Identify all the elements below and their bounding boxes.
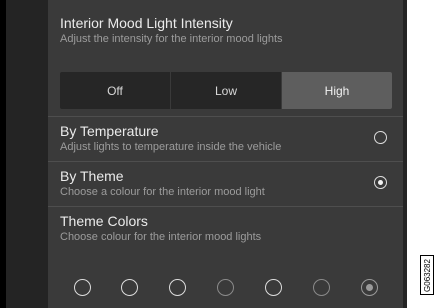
theme-color-swatch-6[interactable] bbox=[313, 279, 330, 296]
theme-color-swatch-7[interactable] bbox=[361, 279, 378, 296]
theme-colors-title: Theme Colors bbox=[60, 213, 148, 229]
intensity-subtitle: Adjust the intensity for the interior mo… bbox=[60, 33, 283, 45]
intensity-off-button[interactable]: Off bbox=[60, 72, 170, 109]
figure-code: G063282 bbox=[422, 258, 432, 292]
by-temperature-radio[interactable] bbox=[374, 131, 387, 144]
theme-color-swatch-3[interactable] bbox=[169, 279, 186, 296]
by-temperature-title: By Temperature bbox=[60, 123, 159, 139]
by-theme-title: By Theme bbox=[60, 168, 124, 184]
radio-selected-dot bbox=[378, 180, 383, 185]
by-theme-subtitle: Choose a colour for the interior mood li… bbox=[60, 186, 265, 198]
theme-color-swatch-1[interactable] bbox=[74, 279, 91, 296]
mood-light-settings-panel: Interior Mood Light Intensity Adjust the… bbox=[48, 0, 403, 308]
intensity-low-button[interactable]: Low bbox=[170, 72, 281, 109]
swatch-selected-dot bbox=[366, 284, 373, 291]
by-temperature-subtitle: Adjust lights to temperature inside the … bbox=[60, 141, 282, 153]
intensity-segmented-control: Off Low High bbox=[60, 72, 392, 109]
by-theme-radio[interactable] bbox=[374, 176, 387, 189]
theme-color-swatches bbox=[74, 279, 378, 296]
by-temperature-option[interactable]: By Temperature Adjust lights to temperat… bbox=[60, 122, 395, 156]
theme-colors-subtitle: Choose colour for the interior mood ligh… bbox=[60, 231, 262, 243]
divider bbox=[48, 161, 403, 162]
theme-colors-header: Theme Colors Choose colour for the inter… bbox=[60, 212, 395, 244]
divider bbox=[48, 206, 403, 207]
divider bbox=[48, 116, 403, 117]
intensity-title: Interior Mood Light Intensity bbox=[60, 15, 233, 31]
by-theme-option[interactable]: By Theme Choose a colour for the interio… bbox=[60, 167, 395, 201]
figure-code-label: G063282 bbox=[420, 255, 434, 295]
theme-color-swatch-4[interactable] bbox=[217, 279, 234, 296]
theme-color-swatch-5[interactable] bbox=[265, 279, 282, 296]
theme-color-swatch-2[interactable] bbox=[121, 279, 138, 296]
screen-frame: Interior Mood Light Intensity Adjust the… bbox=[6, 0, 407, 308]
intensity-high-button[interactable]: High bbox=[281, 72, 392, 109]
intensity-header: Interior Mood Light Intensity Adjust the… bbox=[60, 14, 395, 46]
